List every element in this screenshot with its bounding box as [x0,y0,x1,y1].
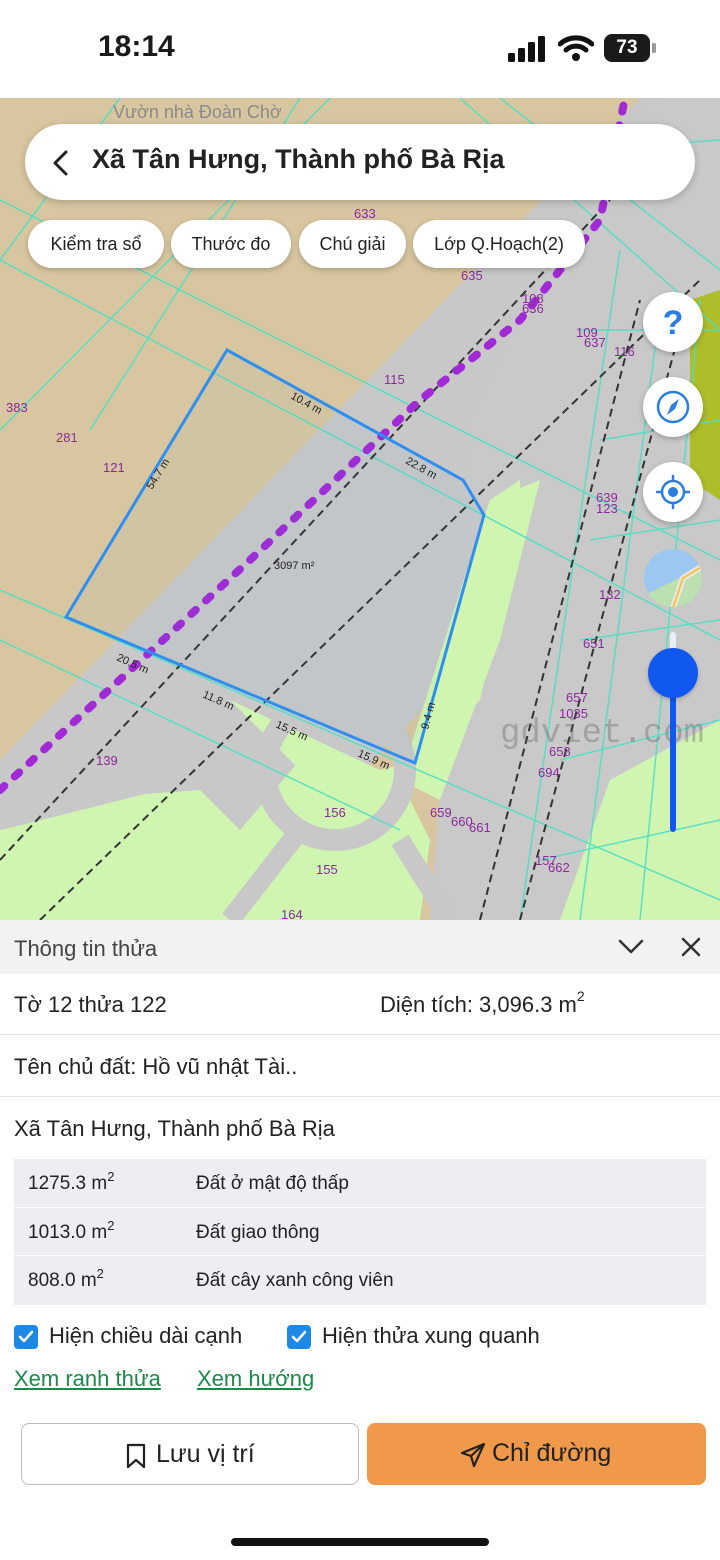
svg-text:132: 132 [599,587,621,602]
owner-row: Tên chủ đất: Hồ vũ nhật Tài.. [0,1035,720,1097]
chip-legend[interactable]: Chú giải [299,220,406,268]
parcel-area-label: 3097 m² [274,560,315,572]
svg-text:?: ? [663,304,684,340]
edge-length-label[interactable]: Hiện chiều dài cạnh [49,1323,242,1349]
cellular-signal-icon [508,36,545,62]
svg-text:155: 155 [316,862,338,877]
view-boundary-link[interactable]: Xem ranh thửa [14,1366,161,1392]
help-icon: ? [663,304,684,340]
parcel-area: Diện tích: 3,096.3 m2 [380,988,585,1017]
table-row: 1013.0 m2 Đất giao thông [14,1208,706,1256]
svg-text:156: 156 [324,805,346,820]
checkmark-icon [18,1330,34,1343]
land-use-table: 1275.3 m2 Đất ở mật độ thấp 1013.0 m2 Đấ… [14,1159,706,1305]
sheet-title: Thông tin thửa [14,936,158,961]
svg-text:116: 116 [614,344,635,359]
land-use-type: Đất cây xanh công viên [196,1270,394,1291]
land-use-type: Đất giao thông [196,1221,320,1243]
svg-text:115: 115 [384,372,405,387]
location-title[interactable]: Xã Tân Hưng, Thành phố Bà Rịa [92,144,505,175]
svg-text:659: 659 [430,805,452,820]
land-use-area: 1013.0 m2 [28,1217,115,1243]
land-use-type: Đất ở mật độ thấp [196,1173,349,1194]
svg-text:637: 637 [584,335,606,350]
help-button[interactable]: ? [643,292,703,352]
chip-planning-layer[interactable]: Lớp Q.Hoạch(2) [413,220,585,268]
svg-text:139: 139 [96,753,118,768]
svg-text:633: 633 [354,206,376,221]
svg-text:657: 657 [566,690,588,705]
owner-name: Tên chủ đất: Hồ vũ nhật Tài.. [14,1054,298,1079]
svg-text:121: 121 [103,460,125,475]
battery-level: 73 [604,34,650,62]
chip-measure[interactable]: Thước đo [171,220,291,268]
table-row: 808.0 m2 Đất cây xanh công viên [14,1256,706,1305]
save-location-button[interactable]: Lưu vị trí [21,1423,359,1485]
send-arrow-icon [460,1442,486,1468]
compass-icon [656,390,690,424]
directions-label: Chỉ đường [492,1439,612,1467]
land-use-area: 808.0 m2 [28,1266,104,1291]
nearby-parcels-label[interactable]: Hiện thửa xung quanh [322,1323,540,1349]
basemap-toggle-icon[interactable] [643,548,703,608]
svg-text:Vườn nhà Đoàn Chờ: Vườn nhà Đoàn Chờ [113,102,282,122]
table-row: 1275.3 m2 Đất ở mật độ thấp [14,1159,706,1208]
status-time: 18:14 [98,30,175,63]
svg-text:281: 281 [56,430,78,445]
directions-button[interactable]: Chỉ đường [367,1423,706,1485]
parcel-row: Tờ 12 thửa 122 Diện tích: 3,096.3 m2 [0,974,720,1035]
wifi-icon [558,35,594,61]
svg-text:661: 661 [469,820,491,835]
svg-text:636: 636 [522,301,544,316]
svg-text:123: 123 [596,501,618,516]
address: Xã Tân Hưng, Thành phố Bà Rịa [14,1116,335,1141]
edge-length-checkbox[interactable] [14,1325,38,1349]
zoom-slider-handle[interactable] [648,648,698,698]
chip-check-book[interactable]: Kiểm tra sổ [28,220,164,268]
back-arrow-icon[interactable] [50,150,72,176]
view-direction-link[interactable]: Xem hướng [197,1366,314,1392]
land-use-area: 1275.3 m2 [28,1169,115,1194]
address-row: Xã Tân Hưng, Thành phố Bà Rịa [0,1097,720,1159]
svg-text:694: 694 [538,765,560,780]
svg-text:383: 383 [6,400,28,415]
compass-button[interactable] [643,377,703,437]
locate-icon [656,475,690,509]
chevron-down-icon[interactable] [618,938,644,956]
my-location-button[interactable] [643,462,703,522]
svg-text:651: 651 [583,636,605,651]
sheet-header: Thông tin thửa [0,920,720,974]
status-bar: 18:14 73 [0,0,720,98]
svg-text:662: 662 [548,860,570,875]
close-icon[interactable] [680,936,702,958]
battery-icon: 73 [604,34,656,62]
parcel-number: Tờ 12 thửa 122 [14,992,167,1017]
bookmark-icon [126,1443,146,1469]
svg-text:635: 635 [461,268,483,283]
save-location-label: Lưu vị trí [156,1440,255,1468]
nearby-parcels-checkbox[interactable] [287,1325,311,1349]
checkmark-icon [291,1330,307,1343]
home-indicator[interactable] [231,1538,489,1546]
svg-text:164: 164 [281,907,303,920]
